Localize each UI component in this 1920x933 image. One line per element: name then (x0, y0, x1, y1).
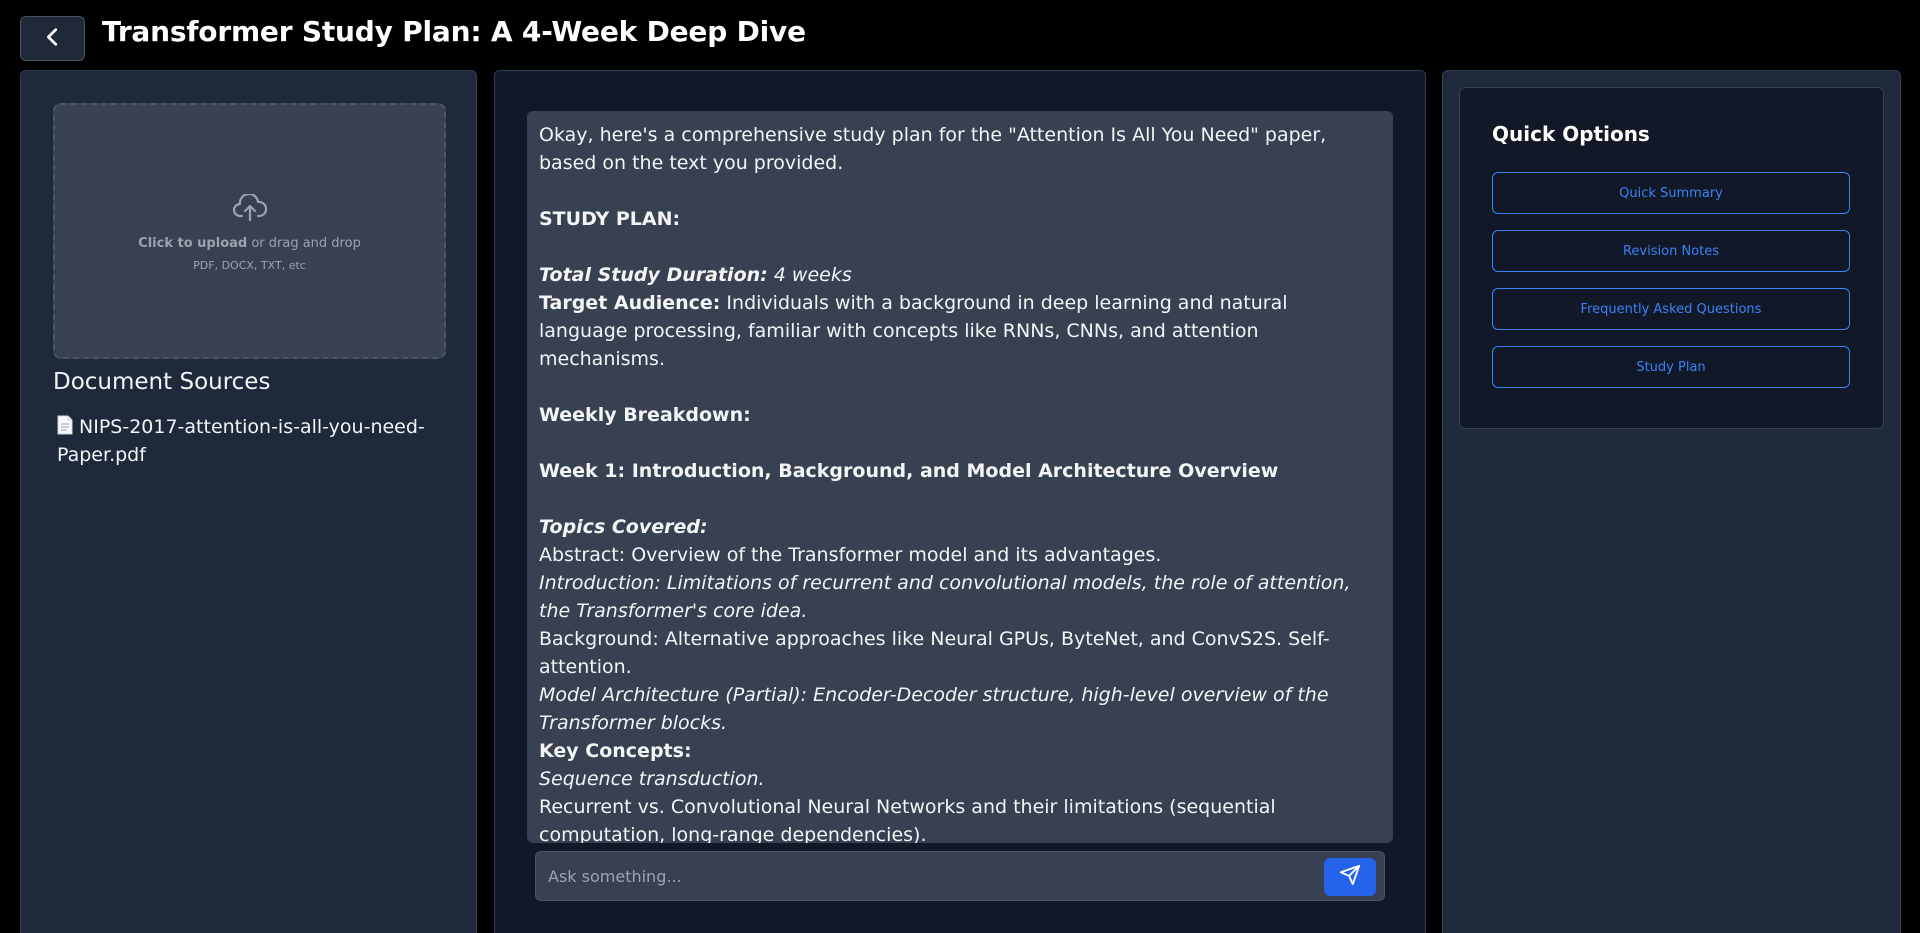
top-bar: Transformer Study Plan: A 4-Week Deep Di… (0, 0, 1920, 66)
chat-line: Topics Covered: (539, 513, 1381, 541)
chat-text: Sequence transduction. (539, 768, 765, 790)
chat-blank-line (539, 485, 1381, 513)
chat-blank-line (539, 177, 1381, 205)
quick-options-card: Quick Options Quick Summary Revision Not… (1459, 87, 1884, 429)
chat-line: Sequence transduction. (539, 765, 1381, 793)
chat-input-bar (535, 851, 1385, 901)
chat-text: Weekly Breakdown: (539, 404, 751, 426)
chat-text: Introduction: Limitations of recurrent a… (539, 572, 1351, 622)
upload-click-text: Click to upload (138, 236, 248, 251)
send-button[interactable] (1324, 858, 1376, 896)
chat-line: Key Concepts: (539, 737, 1381, 765)
document-source-item[interactable]: NIPS-2017-attention-is-all-you-need-Pape… (57, 413, 437, 469)
document-source-name: NIPS-2017-attention-is-all-you-need-Pape… (57, 416, 425, 466)
chat-blank-line (539, 373, 1381, 401)
chat-line: Weekly Breakdown: (539, 401, 1381, 429)
chat-line: STUDY PLAN: (539, 205, 1381, 233)
chat-text: Week 1: Introduction, Background, and Mo… (539, 460, 1279, 482)
revision-notes-button[interactable]: Revision Notes (1492, 230, 1850, 272)
chat-line: Target Audience: Individuals with a back… (539, 289, 1381, 373)
upload-instruction: Click to upload or drag and drop (138, 236, 361, 251)
upload-formats: PDF, DOCX, TXT, etc (193, 259, 306, 272)
chat-message-content: Okay, here's a comprehensive study plan … (527, 111, 1393, 843)
chat-line: Total Study Duration: 4 weeks (539, 261, 1381, 289)
chat-text: Okay, here's a comprehensive study plan … (539, 124, 1327, 174)
chat-text: Background: Alternative approaches like … (539, 628, 1330, 678)
chat-text: Total Study Duration: (539, 264, 768, 286)
chat-line: Introduction: Limitations of recurrent a… (539, 569, 1381, 625)
chat-message: Okay, here's a comprehensive study plan … (527, 111, 1393, 843)
chat-text: Target Audience: (539, 292, 721, 314)
chat-blank-line (539, 429, 1381, 457)
chat-input[interactable] (536, 852, 1316, 900)
chat-text: 4 weeks (767, 264, 852, 286)
chat-text: STUDY PLAN: (539, 208, 681, 230)
chat-text: Topics Covered: (539, 516, 708, 538)
send-icon (1339, 864, 1361, 890)
cloud-upload-icon (232, 192, 267, 226)
document-sources-title: Document Sources (53, 369, 271, 395)
document-icon (57, 415, 73, 435)
faq-button[interactable]: Frequently Asked Questions (1492, 288, 1850, 330)
chat-blank-line (539, 233, 1381, 261)
chat-line: Week 1: Introduction, Background, and Mo… (539, 457, 1381, 485)
page-title: Transformer Study Plan: A 4-Week Deep Di… (102, 15, 806, 48)
back-button[interactable] (20, 16, 85, 61)
study-plan-button[interactable]: Study Plan (1492, 346, 1850, 388)
quick-summary-button[interactable]: Quick Summary (1492, 172, 1850, 214)
right-panel: Quick Options Quick Summary Revision Not… (1442, 70, 1901, 933)
chat-text: Abstract: Overview of the Transformer mo… (539, 544, 1162, 566)
chat-line: Okay, here's a comprehensive study plan … (539, 121, 1381, 177)
chat-panel: Okay, here's a comprehensive study plan … (494, 70, 1426, 933)
left-panel: Click to upload or drag and drop PDF, DO… (20, 70, 477, 933)
chat-text: Recurrent vs. Convolutional Neural Netwo… (539, 796, 1276, 843)
upload-drag-text: or drag and drop (247, 236, 361, 251)
quick-options-title: Quick Options (1492, 122, 1650, 146)
chat-line: Abstract: Overview of the Transformer mo… (539, 541, 1381, 569)
chevron-left-icon (42, 26, 64, 52)
chat-text: Model Architecture (Partial): Encoder-De… (539, 684, 1329, 734)
chat-line: Model Architecture (Partial): Encoder-De… (539, 681, 1381, 737)
chat-text: Key Concepts: (539, 740, 692, 762)
upload-dropzone[interactable]: Click to upload or drag and drop PDF, DO… (53, 103, 446, 359)
chat-line: Recurrent vs. Convolutional Neural Netwo… (539, 793, 1381, 843)
chat-line: Background: Alternative approaches like … (539, 625, 1381, 681)
